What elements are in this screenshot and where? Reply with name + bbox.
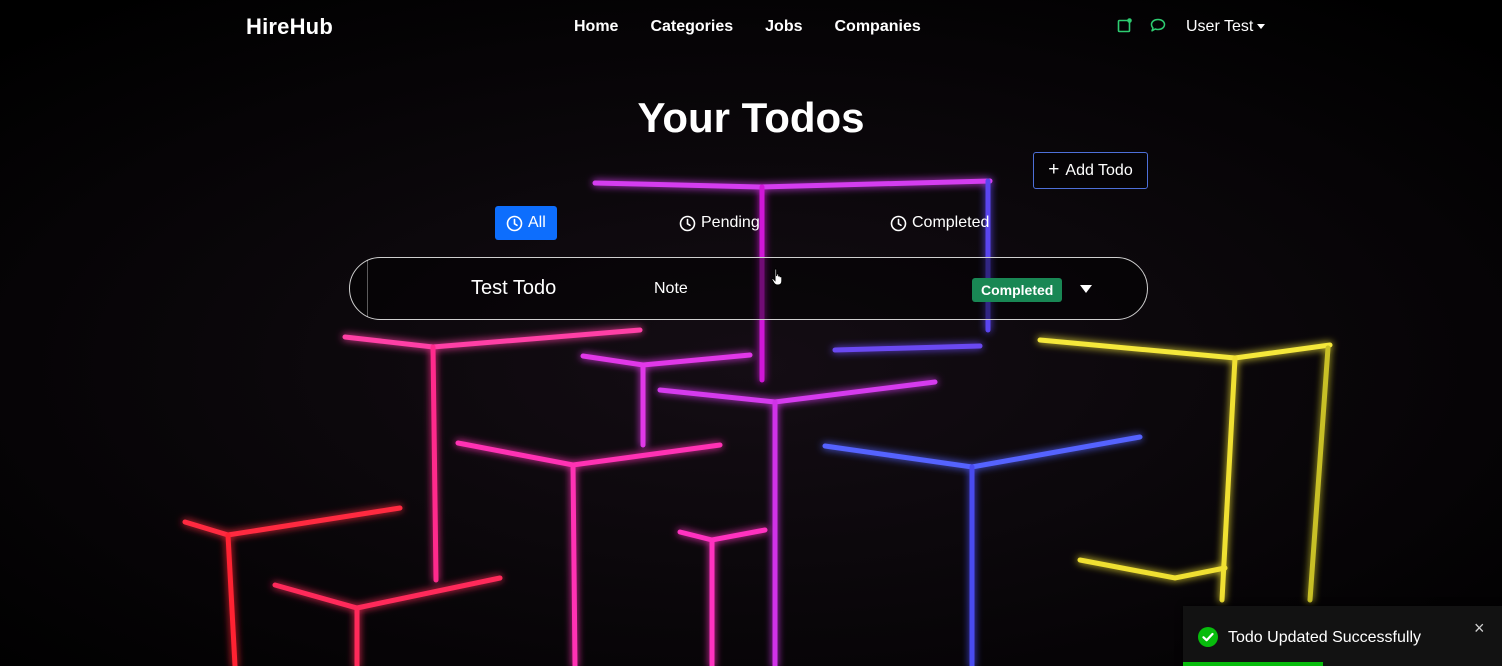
toast-notification: Todo Updated Successfully × — [1183, 606, 1502, 666]
caret-down-icon — [1257, 23, 1266, 29]
notification-icon[interactable] — [1117, 18, 1132, 33]
brand-logo[interactable]: HireHub — [246, 14, 333, 40]
card-divider — [367, 260, 368, 317]
nav-icons — [1117, 18, 1166, 33]
clock-icon — [890, 215, 907, 231]
user-name: User Test — [1186, 18, 1254, 35]
nav-link-companies[interactable]: Companies — [835, 18, 921, 36]
todo-note: Note — [654, 280, 688, 297]
hand-cursor-icon — [771, 268, 783, 286]
toast-progress-bar — [1183, 662, 1324, 666]
todo-title: Test Todo — [471, 277, 557, 299]
todo-item[interactable]: Test Todo Note Completed — [349, 257, 1148, 320]
nav-link-categories[interactable]: Categories — [650, 18, 733, 36]
filter-label: Pending — [701, 214, 760, 231]
filter-tab-all[interactable]: All — [495, 206, 557, 240]
nav-link-jobs[interactable]: Jobs — [765, 18, 802, 36]
filter-label: Completed — [912, 214, 990, 231]
plus-icon: + — [1048, 159, 1060, 180]
add-todo-label: Add Todo — [1065, 161, 1133, 179]
clock-icon — [679, 215, 696, 231]
close-icon[interactable]: × — [1474, 618, 1485, 639]
user-menu-dropdown[interactable]: User Test — [1186, 18, 1266, 36]
page-title: Your Todos — [637, 94, 865, 141]
chat-icon[interactable] — [1150, 18, 1166, 33]
filter-tab-pending[interactable]: Pending — [679, 206, 760, 240]
nav-link-home[interactable]: Home — [574, 18, 618, 36]
navbar: HireHub Home Categories Jobs Companies U… — [0, 0, 1502, 56]
check-circle-icon — [1198, 627, 1218, 647]
filter-label: All — [528, 214, 546, 231]
clock-icon — [506, 215, 523, 231]
expand-caret-icon[interactable] — [1080, 285, 1092, 293]
filter-tab-completed[interactable]: Completed — [890, 206, 989, 240]
add-todo-button[interactable]: + Add Todo — [1033, 152, 1148, 189]
toast-message: Todo Updated Successfully — [1228, 629, 1421, 646]
status-badge: Completed — [972, 278, 1063, 302]
nav-links: Home Categories Jobs Companies — [574, 18, 921, 36]
